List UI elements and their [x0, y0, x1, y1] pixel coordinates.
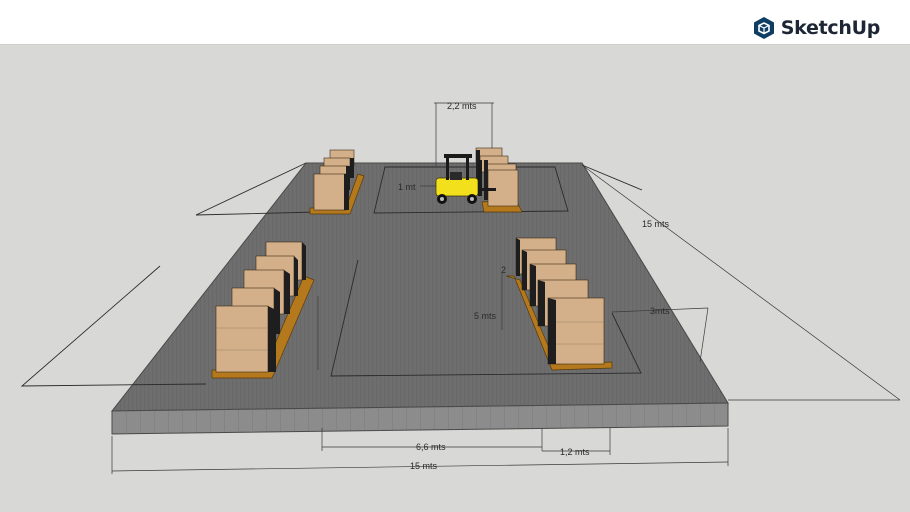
model-viewport[interactable]: 2,2 mts 1 mt 15 mts 2 5 mts 3mts 6,6 mts… [0, 45, 910, 512]
dimension-aisle-width: 6,6 mts [416, 442, 446, 452]
dimension-aisle-length: 5 mts [474, 311, 497, 321]
sketchup-brand-link[interactable]: SketchUp [753, 13, 880, 43]
dimension-rack-gap: 3mts [650, 306, 670, 316]
dimension-side-depth: 15 mts [642, 219, 670, 229]
floor-slab [110, 162, 729, 435]
dimension-forklift-depth: 1 mt [398, 182, 416, 192]
dimension-total-width: 15 mts [410, 461, 438, 471]
brand-name: SketchUp [780, 17, 881, 39]
dimension-aisle-short: 2 [501, 265, 506, 275]
sketchup-logo-icon [753, 17, 774, 39]
dimension-rack-width: 1,2 mts [560, 447, 590, 457]
dimension-forklift-width: 2,2 mts [447, 101, 477, 111]
top-bar: SketchUp [0, 0, 910, 45]
